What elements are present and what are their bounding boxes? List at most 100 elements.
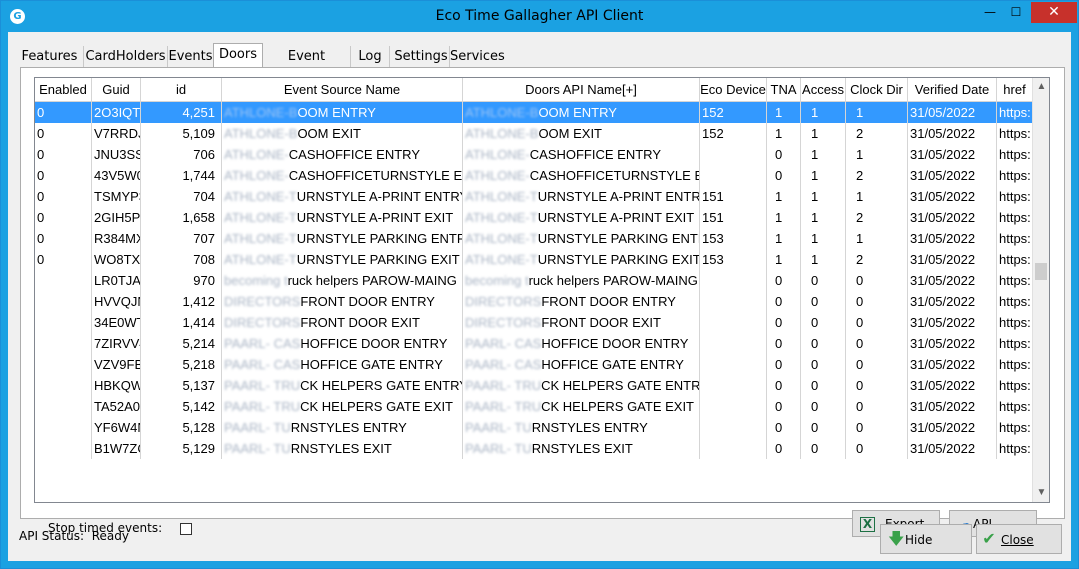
scroll-thumb[interactable] xyxy=(1035,263,1047,280)
cell-tna[interactable]: 1 xyxy=(767,123,801,144)
cell-href[interactable]: https: xyxy=(997,144,1032,165)
cell-guid[interactable]: 34E0WT xyxy=(92,312,141,333)
cell-verified[interactable]: 31/05/2022 xyxy=(908,207,997,228)
cell-tna[interactable]: 0 xyxy=(767,144,801,165)
cell-enabled[interactable]: 0 xyxy=(35,207,92,228)
cell-tna[interactable]: 0 xyxy=(767,165,801,186)
cell-api[interactable]: ATHLONE-BOOM EXIT xyxy=(463,123,700,144)
cell-eco[interactable]: 152 xyxy=(700,123,767,144)
cell-eco[interactable]: 151 xyxy=(700,186,767,207)
cell-eco[interactable] xyxy=(700,417,767,438)
cell-href[interactable]: https: xyxy=(997,228,1032,249)
cell-api[interactable]: PAARL- TRUCK HELPERS GATE ENTRY xyxy=(463,375,700,396)
cell-id[interactable]: 704 xyxy=(141,186,222,207)
cell-id[interactable]: 5,109 xyxy=(141,123,222,144)
cell-eco[interactable] xyxy=(700,270,767,291)
cell-tna[interactable]: 0 xyxy=(767,396,801,417)
cell-id[interactable]: 5,218 xyxy=(141,354,222,375)
cell-clock[interactable]: 0 xyxy=(846,438,908,459)
table-row[interactable]: 0 R384MX 707 ATHLONE-TURNSTYLE PARKING ENTR… xyxy=(35,228,1032,249)
cell-api[interactable]: PAARL- TRUCK HELPERS GATE EXIT xyxy=(463,396,700,417)
cell-verified[interactable]: 31/05/2022 xyxy=(908,144,997,165)
cell-verified[interactable]: 31/05/2022 xyxy=(908,165,997,186)
cell-clock[interactable]: 0 xyxy=(846,291,908,312)
column-header-event-source-name[interactable]: Event Source Name xyxy=(222,78,463,101)
tab-services[interactable]: Services xyxy=(450,46,505,67)
table-row[interactable]: 0 43V5W0 1,744 ATHLONE-CASHOFFICETURNSTYLE … xyxy=(35,165,1032,186)
cell-enabled[interactable] xyxy=(35,354,92,375)
doors-grid[interactable]: Enabled Guid id Event Source Name Doors … xyxy=(34,77,1050,503)
cell-eco[interactable] xyxy=(700,144,767,165)
cell-guid[interactable]: 2GIH5P xyxy=(92,207,141,228)
cell-verified[interactable]: 31/05/2022 xyxy=(908,123,997,144)
cell-access[interactable]: 0 xyxy=(801,270,846,291)
cell-api[interactable]: ATHLONE-TURNSTYLE PARKING EXIT xyxy=(463,249,700,270)
cell-id[interactable]: 5,129 xyxy=(141,438,222,459)
cell-src[interactable]: PAARL- TRUCK HELPERS GATE ENTRY xyxy=(222,375,463,396)
cell-id[interactable]: 5,137 xyxy=(141,375,222,396)
cell-clock[interactable]: 0 xyxy=(846,312,908,333)
cell-eco[interactable] xyxy=(700,333,767,354)
cell-href[interactable]: https: xyxy=(997,186,1032,207)
cell-tna[interactable]: 0 xyxy=(767,291,801,312)
cell-verified[interactable]: 31/05/2022 xyxy=(908,333,997,354)
cell-guid[interactable]: B1W7ZC xyxy=(92,438,141,459)
cell-eco[interactable] xyxy=(700,396,767,417)
cell-access[interactable]: 0 xyxy=(801,291,846,312)
cell-href[interactable]: https: xyxy=(997,165,1032,186)
table-row[interactable]: YF6W4N5,128PAARL- TURNSTYLES ENTRYPAARL-… xyxy=(35,417,1032,438)
cell-verified[interactable]: 31/05/2022 xyxy=(908,354,997,375)
cell-href[interactable]: https: xyxy=(997,312,1032,333)
column-header-doors-api-name[interactable]: Doors API Name[+] xyxy=(463,78,700,101)
cell-tna[interactable]: 0 xyxy=(767,417,801,438)
cell-tna[interactable]: 0 xyxy=(767,333,801,354)
cell-id[interactable]: 708 xyxy=(141,249,222,270)
cell-guid[interactable]: 2O3IQT xyxy=(92,102,141,123)
cell-src[interactable]: PAARL- CASHOFFICE DOOR ENTRY xyxy=(222,333,463,354)
cell-access[interactable]: 1 xyxy=(801,165,846,186)
cell-eco[interactable] xyxy=(700,354,767,375)
cell-enabled[interactable] xyxy=(35,375,92,396)
table-row[interactable]: HVVQJN1,412DIRECTORS FRONT DOOR ENTRYDIR… xyxy=(35,291,1032,312)
cell-enabled[interactable] xyxy=(35,270,92,291)
cell-verified[interactable]: 31/05/2022 xyxy=(908,228,997,249)
cell-clock[interactable]: 1 xyxy=(846,102,908,123)
cell-clock[interactable]: 0 xyxy=(846,375,908,396)
tab-event-groups[interactable]: Event Groups xyxy=(263,46,351,85)
cell-id[interactable]: 706 xyxy=(141,144,222,165)
cell-href[interactable]: https: xyxy=(997,102,1032,123)
cell-enabled[interactable]: 0 xyxy=(35,186,92,207)
cell-src[interactable]: ATHLONE-TURNSTYLE PARKING ENTRY xyxy=(222,228,463,249)
cell-href[interactable]: https: xyxy=(997,249,1032,270)
cell-href[interactable]: https: xyxy=(997,396,1032,417)
cell-clock[interactable]: 0 xyxy=(846,270,908,291)
column-header-verified-date[interactable]: Verified Date xyxy=(908,78,997,101)
cell-tna[interactable]: 0 xyxy=(767,270,801,291)
cell-access[interactable]: 1 xyxy=(801,123,846,144)
cell-src[interactable]: DIRECTORS FRONT DOOR ENTRY xyxy=(222,291,463,312)
cell-api[interactable]: PAARL- TURNSTYLES ENTRY xyxy=(463,417,700,438)
cell-access[interactable]: 0 xyxy=(801,312,846,333)
cell-href[interactable]: https: xyxy=(997,354,1032,375)
cell-id[interactable]: 5,142 xyxy=(141,396,222,417)
cell-guid[interactable]: YF6W4N xyxy=(92,417,141,438)
title-bar[interactable]: G Eco Time Gallagher API Client — ☐ ✕ xyxy=(1,1,1078,32)
cell-src[interactable]: ATHLONE-TURNSTYLE A-PRINT ENTRY xyxy=(222,186,463,207)
tab-log[interactable]: Log xyxy=(351,46,390,67)
cell-guid[interactable]: R384MX xyxy=(92,228,141,249)
table-row[interactable]: 0 2GIH5P 1,658 ATHLONE-TURNSTYLE A-PRINT EX… xyxy=(35,207,1032,228)
cell-src[interactable]: becoming truck helpers PAROW-MAING xyxy=(222,270,463,291)
table-row[interactable]: B1W7ZC5,129PAARL- TURNSTYLES EXITPAARL- … xyxy=(35,438,1032,459)
cell-href[interactable]: https: xyxy=(997,333,1032,354)
cell-enabled[interactable] xyxy=(35,438,92,459)
cell-id[interactable]: 5,128 xyxy=(141,417,222,438)
cell-enabled[interactable] xyxy=(35,417,92,438)
cell-verified[interactable]: 31/05/2022 xyxy=(908,312,997,333)
cell-eco[interactable] xyxy=(700,312,767,333)
cell-guid[interactable]: VZV9FB xyxy=(92,354,141,375)
cell-href[interactable]: https: xyxy=(997,270,1032,291)
cell-src[interactable]: ATHLONE-BOOM ENTRY xyxy=(222,102,463,123)
cell-tna[interactable]: 1 xyxy=(767,102,801,123)
cell-enabled[interactable]: 0 xyxy=(35,228,92,249)
cell-enabled[interactable]: 0 xyxy=(35,249,92,270)
